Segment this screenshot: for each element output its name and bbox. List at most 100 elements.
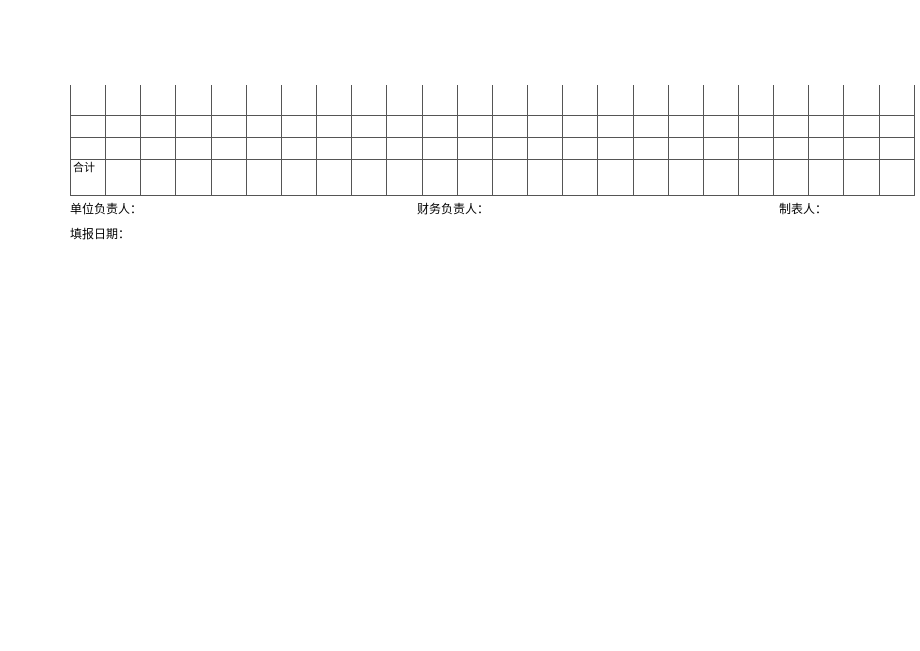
table-cell — [281, 137, 316, 159]
table-cell — [457, 159, 492, 195]
table-row — [71, 115, 915, 137]
table-cell — [492, 137, 527, 159]
table-cell — [387, 115, 422, 137]
table-cell — [844, 137, 879, 159]
table-cell — [141, 85, 176, 115]
table-cell — [563, 115, 598, 137]
table-cell — [809, 137, 844, 159]
table-cell — [703, 137, 738, 159]
table-cell — [317, 159, 352, 195]
table-cell — [106, 137, 141, 159]
table-cell — [633, 85, 668, 115]
finance-leader-label: 财务负责人： — [417, 200, 489, 217]
table-cell — [246, 159, 281, 195]
table-row — [71, 85, 915, 115]
table-cell — [668, 85, 703, 115]
table-cell — [703, 159, 738, 195]
table-cell — [281, 85, 316, 115]
table-cell — [563, 137, 598, 159]
table-cell — [141, 137, 176, 159]
table-cell — [809, 85, 844, 115]
table-cell — [879, 137, 914, 159]
table-cell — [106, 159, 141, 195]
table-cell — [598, 159, 633, 195]
table-cell — [422, 115, 457, 137]
table-cell — [457, 137, 492, 159]
table-cell — [317, 137, 352, 159]
table-cell — [106, 85, 141, 115]
table-cell — [879, 85, 914, 115]
table-row — [71, 137, 915, 159]
table-cell — [528, 159, 563, 195]
table-cell — [352, 115, 387, 137]
table-cell — [633, 137, 668, 159]
table-cell — [211, 137, 246, 159]
table-cell — [668, 137, 703, 159]
table-cell — [387, 159, 422, 195]
table-cell — [774, 85, 809, 115]
table-cell — [422, 85, 457, 115]
table-cell — [633, 159, 668, 195]
table-cell — [387, 85, 422, 115]
table-cell — [422, 159, 457, 195]
table-cell — [668, 115, 703, 137]
table-cell — [246, 137, 281, 159]
table-cell — [563, 159, 598, 195]
table-cell — [317, 85, 352, 115]
table-cell — [738, 137, 773, 159]
total-label-cell: 合计 — [71, 159, 106, 195]
table-cell — [528, 85, 563, 115]
signature-footer: 单位负责人： 财务负责人： 制表人： — [70, 200, 915, 217]
table-cell — [352, 137, 387, 159]
table-cell — [879, 159, 914, 195]
table-cell — [774, 137, 809, 159]
table-cell — [176, 137, 211, 159]
table-cell — [141, 115, 176, 137]
table-cell — [211, 85, 246, 115]
table-cell — [176, 115, 211, 137]
table-cell — [774, 115, 809, 137]
table-cell — [281, 159, 316, 195]
table-cell — [71, 137, 106, 159]
table-cell — [387, 137, 422, 159]
table-cell — [211, 115, 246, 137]
table-cell — [809, 115, 844, 137]
table-cell — [422, 137, 457, 159]
table-cell — [879, 115, 914, 137]
table-cell — [176, 85, 211, 115]
table-cell — [246, 115, 281, 137]
table-cell — [281, 115, 316, 137]
preparer-label: 制表人： — [779, 200, 827, 217]
table-cell — [71, 115, 106, 137]
table-cell — [492, 85, 527, 115]
table-cell — [738, 115, 773, 137]
form-table-container: 合计 — [70, 85, 915, 196]
form-table: 合计 — [70, 85, 915, 196]
table-cell — [703, 85, 738, 115]
table-cell — [528, 137, 563, 159]
table-cell — [633, 115, 668, 137]
table-cell — [598, 85, 633, 115]
table-cell — [492, 159, 527, 195]
table-cell — [738, 159, 773, 195]
unit-leader-label: 单位负责人： — [70, 200, 142, 217]
table-cell — [71, 85, 106, 115]
table-cell — [598, 137, 633, 159]
table-cell — [774, 159, 809, 195]
table-cell — [738, 85, 773, 115]
table-cell — [106, 115, 141, 137]
table-cell — [457, 85, 492, 115]
table-cell — [352, 159, 387, 195]
table-cell — [246, 85, 281, 115]
table-cell — [211, 159, 246, 195]
table-cell — [668, 159, 703, 195]
table-cell — [844, 159, 879, 195]
table-cell — [176, 159, 211, 195]
table-cell — [141, 159, 176, 195]
table-cell — [844, 115, 879, 137]
table-cell — [703, 115, 738, 137]
table-total-row: 合计 — [71, 159, 915, 195]
table-cell — [528, 115, 563, 137]
table-cell — [598, 115, 633, 137]
table-cell — [457, 115, 492, 137]
